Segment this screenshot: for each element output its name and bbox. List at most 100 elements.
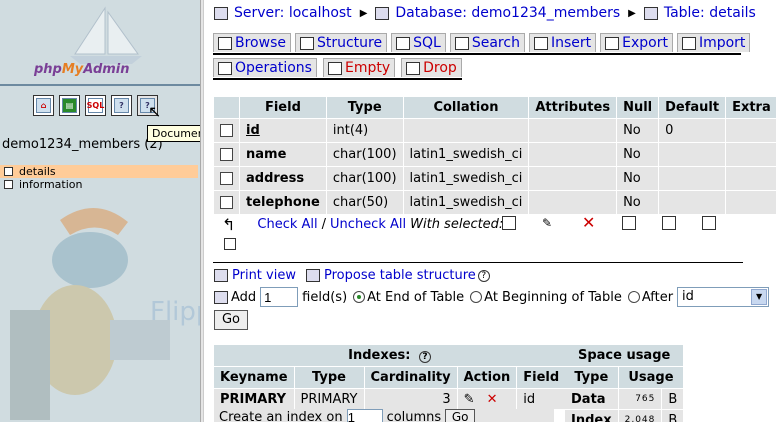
tab-export[interactable]: Export xyxy=(600,33,673,52)
help-icon[interactable]: ? xyxy=(477,269,490,282)
tab-empty[interactable]: Empty xyxy=(322,58,396,77)
row-checkbox[interactable] xyxy=(220,172,233,185)
breadcrumb-server[interactable]: Server: localhost xyxy=(234,5,352,21)
database-icon xyxy=(375,6,390,20)
bulk-action-icons: ✎ ✕ xyxy=(502,215,716,231)
col-header-collation: Collation xyxy=(403,97,529,118)
tab-bar-secondary: Operations Empty Drop xyxy=(213,58,462,80)
structure-links: Print view Propose table structure ? xyxy=(214,268,490,283)
tab-operations[interactable]: Operations xyxy=(213,58,317,77)
delete-icon[interactable]: ✕ xyxy=(487,392,498,407)
sidebar-table-details[interactable]: details xyxy=(0,165,198,178)
delete-icon[interactable]: ✕ xyxy=(582,215,596,231)
logo-divider xyxy=(0,84,200,86)
table-row: Index 2,048 B xyxy=(565,410,684,422)
edit-icon[interactable]: ✎ xyxy=(542,216,556,230)
field-name: id xyxy=(240,119,326,142)
export-icon xyxy=(605,36,620,50)
sql-icon[interactable]: SQL xyxy=(85,95,106,116)
table-row: telephone char(50) latin1_swedish_ci No xyxy=(214,191,776,214)
table-icon[interactable] xyxy=(4,167,13,176)
col-header-default: Default xyxy=(659,97,726,118)
table-list: details information xyxy=(0,165,198,191)
chevron-right-icon: ▶ xyxy=(628,7,636,19)
mouse-cursor-icon: ↖ xyxy=(148,102,162,121)
table-row: name char(100) latin1_swedish_ci No xyxy=(214,143,776,166)
info-icon[interactable]: ? xyxy=(111,95,132,116)
field-name: address xyxy=(240,167,326,190)
breadcrumb-database[interactable]: Database: demo1234_members xyxy=(395,5,620,21)
breadcrumb: Server: localhost ▶ Database: demo1234_m… xyxy=(214,5,756,21)
mascot-watermark-icon: Flippe xyxy=(10,207,200,420)
phpmyadmin-logo[interactable]: phpMyAdmin xyxy=(34,62,130,77)
with-selected-bar: ↰ Check All / Uncheck All With selected: xyxy=(222,215,504,234)
import-icon xyxy=(681,36,696,50)
add-field-icon xyxy=(214,290,228,304)
primary-key-icon[interactable] xyxy=(622,216,636,230)
database-name[interactable]: demo1234_members (2) xyxy=(2,137,163,152)
after-field-select[interactable]: id ▼ xyxy=(677,287,770,307)
create-index-go-button[interactable]: Go xyxy=(445,409,476,422)
table-row: id int(4) No 0 xyxy=(214,119,776,142)
col-header-type: Type xyxy=(326,97,403,118)
index-icon[interactable] xyxy=(702,216,716,230)
propose-structure-link[interactable]: Propose table structure ? xyxy=(305,268,490,283)
radio-after[interactable] xyxy=(627,291,640,303)
space-usage-title: Space usage xyxy=(565,345,684,366)
table-header-row: Keyname Type Cardinality Action Field xyxy=(214,367,566,388)
radio-at-end[interactable] xyxy=(353,291,366,303)
edit-icon[interactable]: ✎ xyxy=(464,392,475,407)
main-frame: Server: localhost ▶ Database: demo1234_m… xyxy=(206,0,776,422)
field-name: telephone xyxy=(240,191,326,214)
uncheck-all-link[interactable]: Uncheck All xyxy=(330,217,406,232)
left-frame: phpMyAdmin ⌂ ▤ SQL ? ? ↖ Documentation d… xyxy=(0,0,200,422)
tab-structure[interactable]: Structure xyxy=(294,33,388,52)
insert-icon xyxy=(533,36,548,50)
create-index-form: Create an index on columns Go xyxy=(214,409,554,422)
radio-at-beginning[interactable] xyxy=(470,291,483,303)
tab-sql[interactable]: SQL xyxy=(391,33,446,52)
col-header-field: Field xyxy=(240,97,326,118)
browse-icon xyxy=(218,36,232,50)
svg-text:Flippe: Flippe xyxy=(150,297,200,327)
sql-icon xyxy=(396,36,411,50)
col-header-null: Null xyxy=(617,97,659,118)
frame-splitter[interactable] xyxy=(200,0,204,422)
browse-icon[interactable] xyxy=(502,216,516,230)
chevron-right-icon: ▶ xyxy=(359,7,368,19)
row-checkbox[interactable] xyxy=(220,124,233,137)
row-checkbox[interactable] xyxy=(220,196,233,209)
structure-table: Field Type Collation Attributes Null Def… xyxy=(213,96,776,215)
add-field-form: Add field(s) At End of Table At Beginnin… xyxy=(214,287,770,307)
table-icon[interactable] xyxy=(4,180,13,189)
col-header-extra: Extra xyxy=(726,97,776,118)
home-icon[interactable]: ⌂ xyxy=(33,95,54,116)
tab-drop[interactable]: Drop xyxy=(401,58,462,77)
print-icon xyxy=(214,269,228,282)
propose-icon xyxy=(305,269,320,282)
tab-search[interactable]: Search xyxy=(449,33,525,52)
breadcrumb-table[interactable]: Table: details xyxy=(664,5,756,21)
add-go-button[interactable]: Go xyxy=(214,310,248,330)
tab-bar-primary: Browse Structure SQL Search Insert Expor… xyxy=(213,33,751,55)
help-icon[interactable]: ? xyxy=(419,351,432,363)
table-row: address char(100) latin1_swedish_ci No xyxy=(214,167,776,190)
create-index-count-input[interactable] xyxy=(346,409,383,422)
tab-insert[interactable]: Insert xyxy=(528,33,597,52)
col-header-attributes: Attributes xyxy=(529,97,617,118)
table-header-row: Field Type Collation Attributes Null Def… xyxy=(214,97,776,118)
table-row: Data 765 B xyxy=(565,389,684,409)
arrow-left-up-icon: ↰ xyxy=(222,215,236,234)
tab-browse[interactable]: Browse xyxy=(213,33,291,52)
fulltext-icon[interactable] xyxy=(224,238,236,250)
print-view-link[interactable]: Print view xyxy=(214,268,296,283)
add-count-input[interactable] xyxy=(260,287,299,307)
field-name: name xyxy=(240,143,326,166)
chevron-down-icon[interactable]: ▼ xyxy=(751,289,768,305)
tab-import[interactable]: Import xyxy=(676,33,751,52)
row-checkbox[interactable] xyxy=(220,148,233,161)
tooltip: Documentation xyxy=(147,125,200,142)
check-all-link[interactable]: Check All xyxy=(257,217,317,232)
unique-icon[interactable] xyxy=(662,216,676,230)
query-window-icon[interactable]: ▤ xyxy=(59,95,80,116)
